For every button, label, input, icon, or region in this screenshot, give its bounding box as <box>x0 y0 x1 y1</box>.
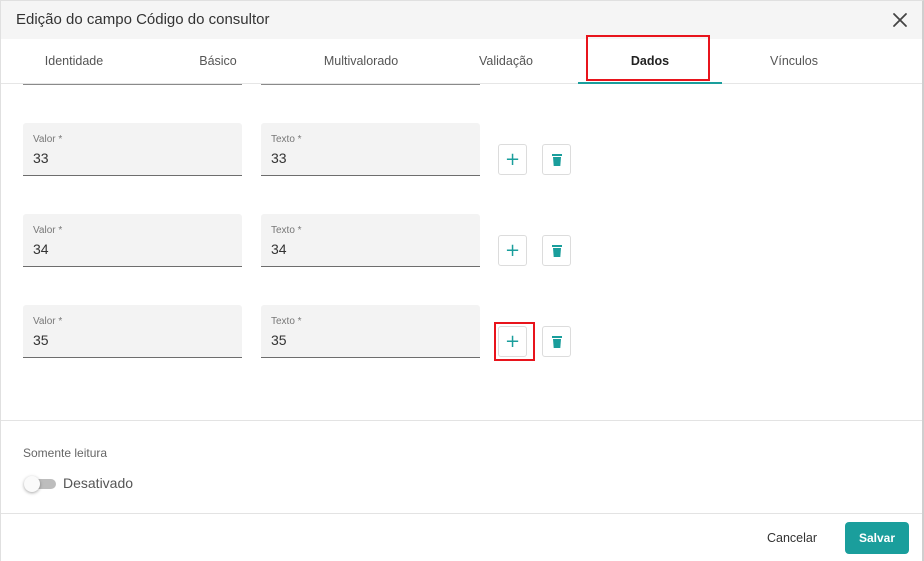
valor-value: 33 <box>33 150 49 166</box>
texto-field[interactable]: Texto * 33 <box>261 123 480 176</box>
plus-icon: + <box>504 330 521 352</box>
tab-identidade[interactable]: Identidade <box>21 39 127 83</box>
readonly-state-text: Desativado <box>63 475 134 491</box>
valor-value: 35 <box>33 332 49 348</box>
trash-icon <box>551 335 562 348</box>
delete-row-button[interactable] <box>542 235 571 266</box>
footer-divider <box>1 513 922 514</box>
valor-field[interactable]: Valor * 33 <box>23 123 242 176</box>
field-edit-dialog: Edição do campo Código do consultor Iden… <box>0 0 924 561</box>
texto-value: 33 <box>271 150 287 166</box>
toggle-knob <box>24 476 40 492</box>
dialog-header: Edição do campo Código do consultor <box>1 1 922 39</box>
texto-field[interactable]: Texto * 34 <box>261 214 480 267</box>
delete-row-button[interactable] <box>542 144 571 175</box>
tab-dados[interactable]: Dados <box>597 39 703 83</box>
texto-value: 35 <box>271 332 287 348</box>
tab-vinculos[interactable]: Vínculos <box>741 39 847 83</box>
tab-basico[interactable]: Básico <box>165 39 271 83</box>
plus-icon: + <box>504 239 521 261</box>
add-row-button[interactable]: + <box>498 326 527 357</box>
active-tab-indicator <box>578 82 722 84</box>
valor-value: 34 <box>33 241 49 257</box>
cancel-button[interactable]: Cancelar <box>759 522 825 554</box>
scrolled-field-edge <box>23 84 242 85</box>
tab-multivalorado[interactable]: Multivalorado <box>301 39 421 83</box>
texto-value: 34 <box>271 241 287 257</box>
add-row-button[interactable]: + <box>498 235 527 266</box>
texto-label: Texto * <box>271 134 302 145</box>
trash-icon <box>551 153 562 166</box>
readonly-toggle[interactable] <box>24 476 57 492</box>
trash-icon <box>551 244 562 257</box>
add-row-button[interactable]: + <box>498 144 527 175</box>
plus-icon: + <box>504 148 521 170</box>
tab-validacao[interactable]: Validação <box>453 39 559 83</box>
dialog-title: Edição do campo Código do consultor <box>16 11 270 28</box>
scrolled-field-edge <box>261 84 480 85</box>
valor-field[interactable]: Valor * 35 <box>23 305 242 358</box>
save-button[interactable]: Salvar <box>845 522 909 554</box>
delete-row-button[interactable] <box>542 326 571 357</box>
section-divider <box>1 420 922 421</box>
texto-field[interactable]: Texto * 35 <box>261 305 480 358</box>
valor-label: Valor * <box>33 316 63 327</box>
tab-bar: Identidade Básico Multivalorado Validaçã… <box>1 39 922 84</box>
valor-label: Valor * <box>33 225 63 236</box>
valor-label: Valor * <box>33 134 63 145</box>
valor-field[interactable]: Valor * 34 <box>23 214 242 267</box>
texto-label: Texto * <box>271 316 302 327</box>
readonly-label: Somente leitura <box>23 446 108 460</box>
close-icon <box>893 13 907 27</box>
close-button[interactable] <box>890 10 910 30</box>
texto-label: Texto * <box>271 225 302 236</box>
